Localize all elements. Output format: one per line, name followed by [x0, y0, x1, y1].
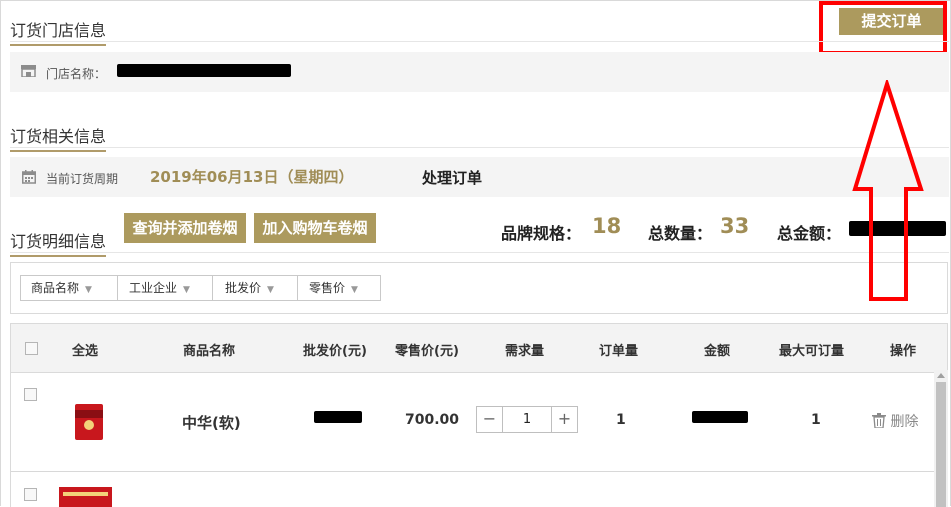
- header-action: 操作: [890, 344, 917, 359]
- row-divider: [11, 471, 934, 472]
- sort-arrow-icon: ▼: [183, 285, 190, 295]
- header-select-all: 全选: [72, 344, 99, 359]
- sort-by-retail-button[interactable]: 零售价 ▼: [297, 275, 381, 301]
- header-name: 商品名称: [183, 344, 236, 359]
- calendar-icon: [22, 170, 36, 184]
- sort-arrow-icon: ▼: [85, 285, 92, 295]
- header-wholesale: 批发价(元): [303, 344, 367, 359]
- brand-spec-label: 品牌规格：: [501, 224, 582, 243]
- order-qty-value: 1: [616, 412, 626, 428]
- sort-by-wholesale-button[interactable]: 批发价 ▼: [212, 275, 298, 301]
- retail-price: 700.00: [405, 412, 460, 428]
- increase-button[interactable]: +: [551, 407, 577, 432]
- wholesale-price-redacted: [314, 411, 362, 423]
- store-name-label: 门店名称：: [46, 67, 107, 81]
- store-name-redacted: [117, 64, 291, 77]
- amount-redacted: [692, 411, 748, 423]
- product-image: [75, 404, 103, 440]
- order-period-label: 当前订货周期: [46, 172, 119, 186]
- sort-label: 商品名称: [31, 281, 80, 295]
- header-max-qty: 最大可订量: [779, 344, 845, 359]
- row-checkbox[interactable]: [24, 488, 37, 501]
- product-name: 中华(软): [182, 414, 241, 432]
- add-to-cart-button[interactable]: 加入购物车卷烟: [254, 213, 376, 243]
- section-divider: [10, 41, 949, 42]
- demand-stepper: − 1 +: [476, 406, 578, 433]
- process-order-text: 处理订单: [422, 169, 483, 187]
- header-order-qty: 订单量: [599, 344, 639, 359]
- header-amount: 金额: [704, 344, 731, 359]
- header-demand: 需求量: [505, 344, 545, 359]
- demand-input[interactable]: 1: [503, 407, 551, 432]
- sort-label: 工业企业: [129, 281, 178, 295]
- delete-button[interactable]: 删除: [872, 411, 918, 431]
- product-image: [59, 487, 112, 507]
- header-retail: 零售价(元): [395, 344, 459, 359]
- total-qty-value: 33: [720, 214, 750, 238]
- sort-by-name-button[interactable]: 商品名称 ▼: [20, 275, 118, 301]
- section-divider: [10, 252, 949, 253]
- sort-arrow-icon: ▼: [351, 285, 358, 295]
- total-qty-label: 总数量：: [648, 224, 713, 243]
- sort-arrow-icon: ▼: [267, 285, 274, 295]
- table-scrollbar[interactable]: [934, 370, 948, 507]
- query-add-button[interactable]: 查询并添加卷烟: [124, 213, 246, 243]
- table-header: 全选 商品名称 批发价(元) 零售价(元) 需求量 订单量 金额 最大可订量 操…: [11, 324, 947, 373]
- highlight-box: [819, 1, 947, 55]
- decrease-button[interactable]: −: [477, 407, 503, 432]
- up-arrow-annotation: [852, 80, 924, 301]
- order-period-value: 2019年06月13日（星期四）: [150, 168, 354, 186]
- sort-label: 零售价: [309, 281, 346, 295]
- total-amount-label: 总金额：: [777, 224, 842, 243]
- max-qty-value: 1: [811, 412, 821, 428]
- select-all-checkbox[interactable]: [25, 342, 38, 355]
- row-checkbox[interactable]: [24, 388, 37, 401]
- section-divider: [10, 147, 949, 148]
- scroll-thumb[interactable]: [936, 382, 946, 507]
- scroll-up-arrow[interactable]: [937, 373, 945, 378]
- delete-label: 删除: [890, 414, 919, 430]
- sort-label: 批发价: [225, 281, 262, 295]
- trash-icon: [872, 413, 886, 429]
- brand-spec-count: 18: [592, 214, 622, 238]
- sort-by-manufacturer-button[interactable]: 工业企业 ▼: [117, 275, 213, 301]
- store-icon: [21, 65, 36, 77]
